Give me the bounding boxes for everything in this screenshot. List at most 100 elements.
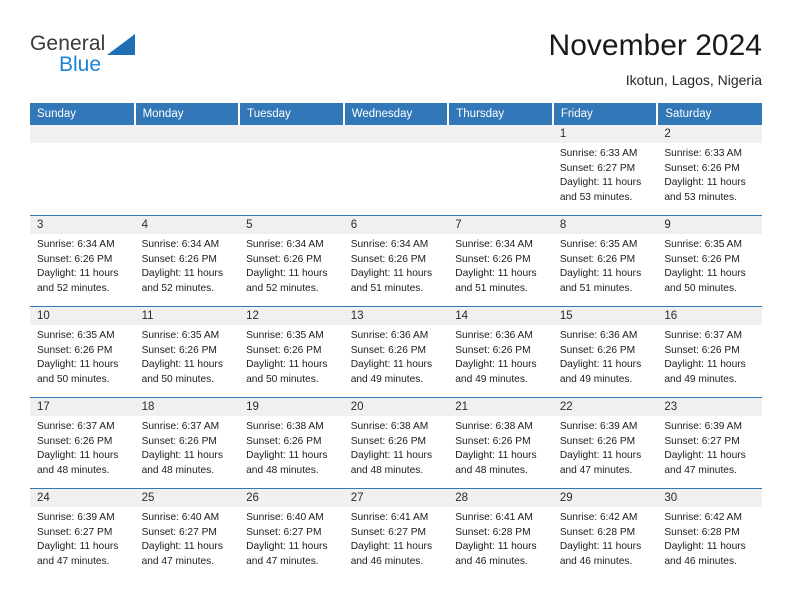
daylight-duration-line1: Daylight: 11 hours: [246, 268, 328, 280]
daylight-duration-line1: Daylight: 11 hours: [246, 450, 328, 462]
day-number: 8: [552, 216, 658, 234]
day-number: 18: [134, 398, 240, 416]
sunset-time: Sunset: 6:27 PM: [664, 435, 740, 447]
day-details: Sunrise: 6:36 AM Sunset: 6:26 PM Daylight:…: [344, 325, 449, 387]
day-number: 7: [448, 216, 553, 234]
daylight-duration-line2: and 50 minutes.: [141, 373, 215, 385]
day-details: Sunrise: 6:35 AM Sunset: 6:26 PM Daylight:…: [135, 325, 240, 387]
sunset-time: Sunset: 6:26 PM: [664, 162, 740, 174]
day-number: [30, 125, 135, 143]
weekday-header-sunday: Sunday: [30, 103, 136, 125]
sunset-time: Sunset: 6:26 PM: [350, 253, 427, 265]
weekday-header-friday: Friday: [552, 103, 659, 125]
calendar-day-cell[interactable]: 23 Sunrise: 6:39 AM Sunset: 6:27 PM Dayligh…: [657, 397, 762, 489]
daylight-duration-line2: and 46 minutes.: [559, 555, 633, 567]
calendar-day-cell[interactable]: 19 Sunrise: 6:38 AM Sunset: 6:26 PM Dayligh…: [239, 397, 344, 489]
daylight-duration-line2: and 48 minutes.: [141, 464, 215, 476]
daylight-duration-line2: and 48 minutes.: [350, 464, 424, 476]
calendar-day-cell[interactable]: 13 Sunrise: 6:36 AM Sunset: 6:26 PM Dayligh…: [343, 306, 449, 398]
calendar-week-row: 3 Sunrise: 6:34 AM Sunset: 6:26 PM Daylight…: [30, 215, 762, 307]
day-details: Sunrise: 6:38 AM Sunset: 6:26 PM Daylight:…: [448, 416, 553, 478]
daylight-duration-line1: Daylight: 11 hours: [350, 450, 433, 462]
daylight-duration-line2: and 51 minutes.: [455, 282, 528, 294]
day-details: Sunrise: 6:35 AM Sunset: 6:26 PM Daylight:…: [30, 325, 135, 387]
day-number: 9: [657, 216, 762, 234]
calendar-day-cell[interactable]: 30 Sunrise: 6:42 AM Sunset: 6:28 PM Dayligh…: [657, 488, 762, 579]
day-details: Sunrise: 6:35 AM Sunset: 6:26 PM Daylight:…: [553, 234, 658, 296]
calendar-day-cell[interactable]: 26 Sunrise: 6:40 AM Sunset: 6:27 PM Dayligh…: [239, 488, 344, 579]
sunrise-time: Sunrise: 6:35 AM: [246, 330, 324, 341]
daylight-duration-line2: and 51 minutes.: [350, 282, 424, 294]
calendar-day-cell[interactable]: 5 Sunrise: 6:34 AM Sunset: 6:26 PM Daylight…: [239, 215, 344, 307]
calendar-week-row: 1 Sunrise: 6:33 AM Sunset: 6:27 PM Daylight…: [30, 125, 762, 216]
calendar-day-cell[interactable]: 3 Sunrise: 6:34 AM Sunset: 6:26 PM Daylight…: [30, 215, 135, 307]
daylight-duration-line2: and 47 minutes.: [664, 464, 737, 476]
day-details: Sunrise: 6:34 AM Sunset: 6:26 PM Daylight:…: [448, 234, 553, 296]
daylight-duration-line2: and 49 minutes.: [455, 373, 528, 385]
calendar-day-cell[interactable]: 18 Sunrise: 6:37 AM Sunset: 6:26 PM Dayligh…: [134, 397, 240, 489]
day-number: [343, 125, 449, 143]
calendar-day-cell[interactable]: 8 Sunrise: 6:35 AM Sunset: 6:26 PM Daylight…: [552, 215, 658, 307]
calendar-day-cell[interactable]: 21 Sunrise: 6:38 AM Sunset: 6:26 PM Dayligh…: [448, 397, 553, 489]
daylight-duration-line2: and 50 minutes.: [37, 373, 110, 385]
sunset-time: Sunset: 6:26 PM: [559, 344, 636, 356]
calendar-day-cell[interactable]: 14 Sunrise: 6:36 AM Sunset: 6:26 PM Dayligh…: [448, 306, 553, 398]
calendar-day-cell[interactable]: 6 Sunrise: 6:34 AM Sunset: 6:26 PM Daylight…: [343, 215, 449, 307]
day-details: Sunrise: 6:37 AM Sunset: 6:26 PM Daylight:…: [135, 416, 240, 478]
sunset-time: Sunset: 6:27 PM: [350, 526, 427, 538]
calendar-day-cell[interactable]: 1 Sunrise: 6:33 AM Sunset: 6:27 PM Daylight…: [552, 125, 658, 216]
calendar-day-cell[interactable]: 20 Sunrise: 6:38 AM Sunset: 6:26 PM Dayligh…: [343, 397, 449, 489]
day-details: Sunrise: 6:36 AM Sunset: 6:26 PM Daylight:…: [448, 325, 553, 387]
sunset-time: Sunset: 6:26 PM: [246, 435, 322, 447]
calendar-header-row: Sunday Monday Tuesday Wednesday Thursday Frid…: [30, 103, 762, 125]
brand-logo[interactable]: General Blue: [30, 32, 290, 94]
daylight-duration-line1: Daylight: 11 hours: [37, 268, 119, 280]
day-number: 3: [30, 216, 135, 234]
calendar-day-cell[interactable]: 11 Sunrise: 6:35 AM Sunset: 6:26 PM Dayligh…: [134, 306, 240, 398]
day-details: Sunrise: 6:38 AM Sunset: 6:26 PM Daylight:…: [344, 416, 449, 478]
calendar-day-cell[interactable]: 22 Sunrise: 6:39 AM Sunset: 6:26 PM Dayligh…: [552, 397, 658, 489]
sunset-time: Sunset: 6:27 PM: [37, 526, 113, 538]
daylight-duration-line2: and 47 minutes.: [37, 555, 110, 567]
daylight-duration-line1: Daylight: 11 hours: [141, 450, 223, 462]
sunset-time: Sunset: 6:27 PM: [559, 162, 636, 174]
calendar-day-cell[interactable]: 2 Sunrise: 6:33 AM Sunset: 6:26 PM Daylight…: [657, 125, 762, 216]
daylight-duration-line1: Daylight: 11 hours: [559, 450, 642, 462]
calendar-day-cell[interactable]: 10 Sunrise: 6:35 AM Sunset: 6:26 PM Dayligh…: [30, 306, 135, 398]
calendar-day-cell[interactable]: 27 Sunrise: 6:41 AM Sunset: 6:27 PM Dayligh…: [343, 488, 449, 579]
daylight-duration-line1: Daylight: 11 hours: [559, 177, 642, 189]
calendar-table: Sunday Monday Tuesday Wednesday Thursday Frid…: [30, 103, 762, 579]
calendar-day-cell[interactable]: 29 Sunrise: 6:42 AM Sunset: 6:28 PM Dayligh…: [552, 488, 658, 579]
day-details: Sunrise: 6:42 AM Sunset: 6:28 PM Daylight:…: [657, 507, 762, 569]
calendar-day-cell[interactable]: 12 Sunrise: 6:35 AM Sunset: 6:26 PM Dayligh…: [239, 306, 344, 398]
calendar-day-cell[interactable]: 25 Sunrise: 6:40 AM Sunset: 6:27 PM Dayligh…: [134, 488, 240, 579]
daylight-duration-line1: Daylight: 11 hours: [455, 541, 537, 553]
calendar-day-cell[interactable]: 15 Sunrise: 6:36 AM Sunset: 6:26 PM Dayligh…: [552, 306, 658, 398]
sunset-time: Sunset: 6:26 PM: [455, 344, 531, 356]
sunrise-time: Sunrise: 6:39 AM: [664, 421, 742, 432]
calendar-day-cell[interactable]: 16 Sunrise: 6:37 AM Sunset: 6:26 PM Dayligh…: [657, 306, 762, 398]
calendar-day-cell[interactable]: 17 Sunrise: 6:37 AM Sunset: 6:26 PM Dayligh…: [30, 397, 135, 489]
daylight-duration-line1: Daylight: 11 hours: [664, 177, 746, 189]
day-details: Sunrise: 6:40 AM Sunset: 6:27 PM Daylight:…: [239, 507, 344, 569]
daylight-duration-line2: and 47 minutes.: [559, 464, 633, 476]
calendar-day-cell[interactable]: 4 Sunrise: 6:34 AM Sunset: 6:26 PM Daylight…: [134, 215, 240, 307]
calendar-day-cell-empty: [134, 125, 240, 216]
sunrise-time: Sunrise: 6:34 AM: [141, 239, 220, 250]
weekday-header-monday: Monday: [134, 103, 241, 125]
sunset-time: Sunset: 6:26 PM: [664, 253, 740, 265]
calendar-day-cell[interactable]: 24 Sunrise: 6:39 AM Sunset: 6:27 PM Dayligh…: [30, 488, 135, 579]
sunrise-time: Sunrise: 6:38 AM: [350, 421, 429, 432]
calendar-day-cell[interactable]: 28 Sunrise: 6:41 AM Sunset: 6:28 PM Dayligh…: [448, 488, 553, 579]
sunset-time: Sunset: 6:28 PM: [559, 526, 636, 538]
sunset-time: Sunset: 6:26 PM: [246, 253, 322, 265]
daylight-duration-line1: Daylight: 11 hours: [350, 541, 433, 553]
day-details: Sunrise: 6:41 AM Sunset: 6:27 PM Daylight:…: [344, 507, 449, 569]
day-number: [134, 125, 240, 143]
day-number: 19: [239, 398, 344, 416]
sunset-time: Sunset: 6:26 PM: [559, 435, 636, 447]
calendar-day-cell[interactable]: 9 Sunrise: 6:35 AM Sunset: 6:26 PM Daylight…: [657, 215, 762, 307]
weekday-header-thursday: Thursday: [448, 103, 554, 125]
day-number: 26: [239, 489, 344, 507]
calendar-day-cell[interactable]: 7 Sunrise: 6:34 AM Sunset: 6:26 PM Daylight…: [448, 215, 553, 307]
